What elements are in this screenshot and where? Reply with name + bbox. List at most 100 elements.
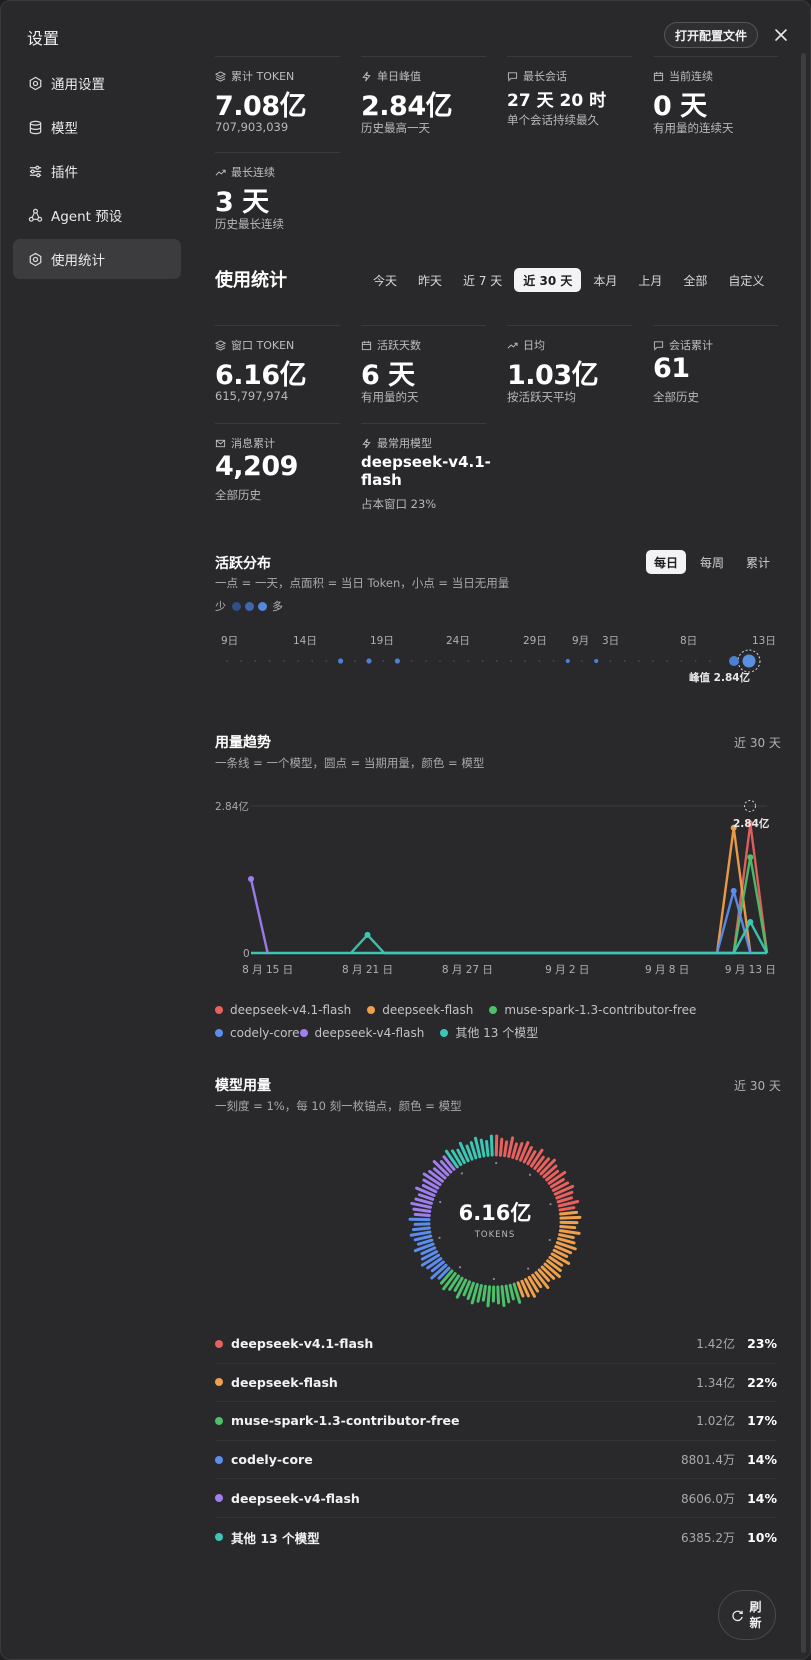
model-row[interactable]: deepseek-flash 1.34亿 22% bbox=[215, 1364, 777, 1403]
activity-day-dot[interactable] bbox=[325, 660, 328, 662]
stat-label: 当前连续 bbox=[669, 70, 713, 83]
activity-day-dot[interactable] bbox=[338, 658, 344, 664]
activity-day-dot[interactable] bbox=[226, 660, 228, 662]
stat-label: 最长会话 bbox=[523, 70, 567, 83]
activity-day-dot[interactable] bbox=[366, 658, 372, 664]
range-tab-last-month[interactable]: 上月 bbox=[629, 268, 671, 292]
activity-day-dot[interactable] bbox=[240, 660, 243, 662]
donut-anchor bbox=[492, 1277, 495, 1281]
refresh-button[interactable]: 刷新 bbox=[718, 1590, 776, 1640]
activity-day-dot[interactable] bbox=[453, 660, 456, 662]
activity-day-dot[interactable] bbox=[694, 660, 697, 662]
model-row[interactable]: deepseek-v4-flash 8606.0万 14% bbox=[215, 1479, 777, 1518]
donut-tick bbox=[413, 1212, 431, 1218]
series-point[interactable] bbox=[747, 854, 754, 861]
activity-day-dot[interactable] bbox=[467, 660, 470, 662]
stat-value: 3 天 bbox=[215, 187, 269, 218]
activity-day-dot[interactable] bbox=[297, 660, 299, 662]
activity-day-dot[interactable] bbox=[481, 660, 484, 662]
activity-day-dot[interactable] bbox=[594, 658, 599, 664]
activity-day-dot[interactable] bbox=[394, 658, 400, 664]
sidebar-item-label: 通用设置 bbox=[51, 77, 105, 93]
donut-tick bbox=[558, 1206, 576, 1212]
donut-tick bbox=[559, 1215, 582, 1220]
range-tab-today[interactable]: 今天 bbox=[364, 268, 406, 292]
activity-day-dot[interactable] bbox=[708, 660, 711, 662]
activity-day-dot[interactable] bbox=[382, 660, 385, 662]
activity-day-dot[interactable] bbox=[495, 660, 498, 662]
stat-sub: 707,903,039 bbox=[215, 120, 289, 134]
range-tabs: 今天 昨天 近 7 天 近 30 天 本月 上月 全部 自定义 bbox=[364, 268, 776, 292]
range-tab-7d[interactable]: 近 7 天 bbox=[454, 268, 511, 292]
series-point[interactable] bbox=[364, 931, 371, 938]
model-row[interactable]: codely-core 8801.4万 14% bbox=[215, 1441, 777, 1480]
open-config-button[interactable]: 打开配置文件 bbox=[664, 22, 758, 48]
activity-day-dot[interactable] bbox=[538, 660, 541, 662]
mode-tab-weekly[interactable]: 每周 bbox=[692, 550, 732, 574]
activity-day-dot[interactable] bbox=[680, 660, 683, 662]
series-line bbox=[732, 822, 769, 954]
donut-chart: 6.16亿 TOKENS bbox=[408, 1134, 582, 1308]
sidebar-item-models[interactable]: 模型 bbox=[13, 107, 181, 147]
donut-anchor bbox=[528, 1173, 532, 1176]
model-row[interactable]: deepseek-v4.1-flash 1.42亿 23% bbox=[215, 1325, 777, 1364]
y-tick-top: 2.84亿 bbox=[215, 800, 249, 813]
activity-day-dot[interactable] bbox=[729, 656, 739, 666]
activity-day-dot[interactable] bbox=[609, 660, 612, 662]
activity-mode-tabs: 每日 每周 累计 bbox=[646, 550, 784, 574]
stat-sub: 有用量的连续天 bbox=[653, 121, 734, 135]
bolt-icon bbox=[362, 438, 371, 448]
scrollbar[interactable] bbox=[801, 51, 807, 1653]
x-axis-tick: 9 月 8 日 bbox=[645, 964, 689, 976]
stat-label: 活跃天数 bbox=[377, 339, 421, 352]
activity-day-dot[interactable] bbox=[552, 660, 555, 662]
donut-anchor bbox=[458, 1266, 462, 1269]
activity-day-dot[interactable] bbox=[282, 660, 285, 662]
activity-day-dot[interactable] bbox=[565, 658, 570, 664]
chat-icon bbox=[653, 340, 664, 351]
series-point[interactable] bbox=[248, 875, 254, 882]
model-percent: 22% bbox=[747, 1374, 777, 1390]
range-tab-all[interactable]: 全部 bbox=[674, 268, 716, 292]
activity-day-dot[interactable] bbox=[254, 660, 257, 662]
activity-day-dot[interactable] bbox=[742, 654, 756, 668]
activity-day-dot[interactable] bbox=[524, 660, 527, 662]
sidebar-item-plugins[interactable]: 插件 bbox=[13, 151, 181, 191]
legend-label: muse-spark-1.3-contributor-free bbox=[504, 1002, 697, 1017]
series-point[interactable] bbox=[747, 918, 754, 925]
sidebar-item-general[interactable]: 通用设置 bbox=[13, 63, 181, 103]
model-row[interactable]: muse-spark-1.3-contributor-free 1.02亿 17% bbox=[215, 1402, 777, 1441]
activity-day-dot[interactable] bbox=[637, 660, 640, 662]
legend-label: deepseek-v4.1-flash bbox=[230, 1002, 352, 1017]
y-tick-zero: 0 bbox=[243, 948, 250, 960]
mail-icon bbox=[215, 439, 226, 447]
model-name: deepseek-v4-flash bbox=[231, 1490, 360, 1506]
activity-day-dot[interactable] bbox=[623, 660, 626, 662]
activity-day-dot[interactable] bbox=[581, 660, 583, 662]
activity-day-dot[interactable] bbox=[510, 660, 512, 662]
sidebar-item-usage-stats[interactable]: 使用统计 bbox=[13, 239, 181, 279]
range-tab-30d[interactable]: 近 30 天 bbox=[514, 268, 582, 292]
close-button[interactable] bbox=[769, 23, 793, 47]
scrollbar-thumb[interactable] bbox=[801, 53, 806, 1653]
range-tab-yesterday[interactable]: 昨天 bbox=[409, 268, 451, 292]
activity-day-dot[interactable] bbox=[353, 660, 356, 662]
activity-day-dot[interactable] bbox=[268, 660, 271, 662]
activity-day-dot[interactable] bbox=[666, 660, 669, 662]
legend-label: 其他 13 个模型 bbox=[455, 1026, 539, 1040]
range-tab-this-month[interactable]: 本月 bbox=[584, 268, 626, 292]
activity-desc: 一点 = 一天，点面积 = 当日 Token，小点 = 当日无用量 bbox=[215, 576, 510, 590]
model-row[interactable]: 其他 13 个模型 6385.2万 10% bbox=[215, 1518, 777, 1557]
donut-anchor bbox=[549, 1203, 552, 1206]
activity-day-dot[interactable] bbox=[424, 660, 427, 662]
stat-label: 窗口 TOKEN bbox=[231, 339, 295, 352]
series-point[interactable] bbox=[730, 887, 737, 894]
range-tab-custom[interactable]: 自定义 bbox=[719, 268, 773, 292]
activity-day-dot[interactable] bbox=[410, 660, 413, 662]
activity-day-dot[interactable] bbox=[652, 660, 654, 662]
activity-day-dot[interactable] bbox=[311, 660, 314, 662]
activity-day-dot[interactable] bbox=[439, 660, 441, 662]
sidebar-item-agent-preset[interactable]: Agent 预设 bbox=[13, 195, 181, 235]
mode-tab-cumulative[interactable]: 累计 bbox=[738, 550, 778, 574]
mode-tab-daily[interactable]: 每日 bbox=[646, 550, 687, 574]
